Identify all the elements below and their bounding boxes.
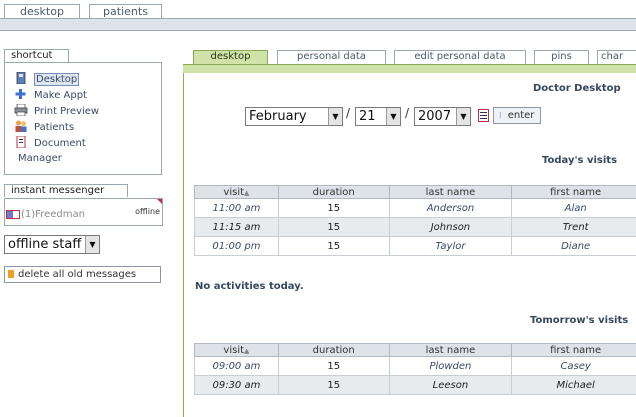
column-header-first-name[interactable]: first name [511,185,636,199]
date-separator: / [405,106,410,120]
first-name[interactable]: Trent [511,217,636,237]
enter-label: enter [507,110,535,121]
staff-select[interactable]: offline staff ▼ [4,235,100,254]
first-name[interactable]: Alan [511,198,636,218]
shortcut-label: Make Appt [34,90,87,101]
table-row[interactable]: 09:30 am 15 Leeson Michael [194,375,636,395]
tab-pins[interactable]: pins [534,50,589,64]
chevron-down-icon: ▼ [456,108,470,125]
desktop-icon [14,71,28,85]
sort-asc-icon: ▲ [244,346,250,355]
duration: 15 [277,198,390,218]
today-visits-heading: Today's visits [542,155,618,166]
chevron-down-icon: ▼ [85,236,99,253]
tab-personal-data[interactable]: personal data [277,50,386,64]
chevron-down-icon: ▼ [386,108,400,125]
year-value: 2007 [418,109,452,124]
calendar-icon[interactable] [478,109,489,122]
visit-time: 09:00 am [194,356,279,376]
delete-old-messages-button[interactable]: delete all old messages [4,266,161,283]
staff-select-value: offline staff [8,237,82,252]
content-border [183,73,184,417]
last-name[interactable]: Leeson [388,375,513,395]
shortcut-patients[interactable]: Patients [14,120,74,134]
tomorrow-visits-table: visit▲ duration last name first name 09:… [194,343,636,395]
printer-icon [14,103,28,117]
last-name[interactable]: Johnson [388,217,513,237]
table-row[interactable]: 09:00 am 15 Plowden Casey [194,356,636,376]
no-activities-text: No activities today. [195,281,304,292]
shortcut-print-preview[interactable]: Print Preview [14,103,100,118]
tomorrow-visits-heading: Tomorrow's visits [530,315,629,326]
shortcut-title: shortcut [4,49,69,62]
shortcut-document[interactable]: Document [14,135,86,150]
visit-time: 11:15 am [194,217,279,237]
visit-time: 09:30 am [194,375,279,395]
day-value: 21 [359,109,376,124]
table-header-row: visit▲ duration last name first name [194,185,636,199]
table-row[interactable]: 01:00 pm 15 Taylor Diane [194,236,636,256]
tab-desktop[interactable]: desktop [193,50,268,64]
column-header-duration[interactable]: duration [277,343,390,357]
first-name[interactable]: Michael [511,375,636,395]
visit-time: 01:00 pm [194,236,279,256]
table-row[interactable]: 11:00 am 15 Anderson Alan [194,198,636,218]
month-value: February [249,109,307,124]
first-name[interactable]: Casey [511,356,636,376]
messenger-panel: (1)Freedman offline [4,198,163,226]
column-header-first-name[interactable]: first name [511,343,636,357]
messenger-status: offline [135,207,160,216]
last-name[interactable]: Taylor [388,236,513,256]
tab-edit-personal-data[interactable]: edit personal data [394,50,526,64]
column-header-last-name[interactable]: last name [388,343,513,357]
column-header-visit[interactable]: visit▲ [194,185,279,199]
top-tab-desktop[interactable]: desktop [4,4,80,18]
table-header-row: visit▲ duration last name first name [194,343,636,357]
last-name[interactable]: Anderson [388,198,513,218]
messenger-contact[interactable]: (1)Freedman [21,209,85,220]
top-tab-patients[interactable]: patients [89,4,162,18]
duration: 15 [277,375,390,395]
shortcut-label: Print Preview [34,106,100,117]
date-separator: / [346,106,351,120]
day-select[interactable]: 21 ▼ [355,107,401,126]
tab-char[interactable]: char [597,50,636,64]
status-flag-icon [157,199,162,204]
last-name[interactable]: Plowden [388,356,513,376]
document-icon [14,135,28,149]
visit-time: 11:00 am [194,198,279,218]
delete-icon [8,270,14,278]
shortcut-label: Patients [34,122,75,133]
plus-icon [14,88,28,100]
sort-asc-icon: ▲ [244,188,250,197]
chevron-down-icon: ▼ [328,108,342,125]
table-row[interactable]: 11:15 am 15 Johnson Trent [194,217,636,237]
column-header-duration[interactable]: duration [277,185,390,199]
shortcut-manager[interactable]: Manager [18,152,62,166]
top-band [0,18,636,31]
content-band [183,64,636,73]
duration: 15 [277,217,390,237]
shortcut-desktop[interactable]: Desktop [14,71,80,86]
column-header-visit[interactable]: visit▲ [194,343,279,357]
delete-label: delete all old messages [18,269,137,280]
message-icon [6,209,20,219]
duration: 15 [277,356,390,376]
people-icon [14,120,28,132]
year-select[interactable]: 2007 ▼ [414,107,471,126]
enter-button[interactable]: ⁝ enter [493,107,541,124]
enter-icon: ⁝ [499,111,502,120]
month-select[interactable]: February ▼ [245,107,343,126]
today-visits-table: visit▲ duration last name first name 11:… [194,185,636,256]
shortcut-label: Desktop [34,73,80,86]
duration: 15 [277,236,390,256]
page-title: Doctor Desktop [533,83,621,94]
shortcut-label: Manager [18,153,62,164]
shortcut-label: Document [34,138,86,149]
shortcut-make-appt[interactable]: Make Appt [14,88,87,102]
first-name[interactable]: Diane [511,236,636,256]
column-header-last-name[interactable]: last name [388,185,513,199]
messenger-title: instant messenger [4,184,128,197]
